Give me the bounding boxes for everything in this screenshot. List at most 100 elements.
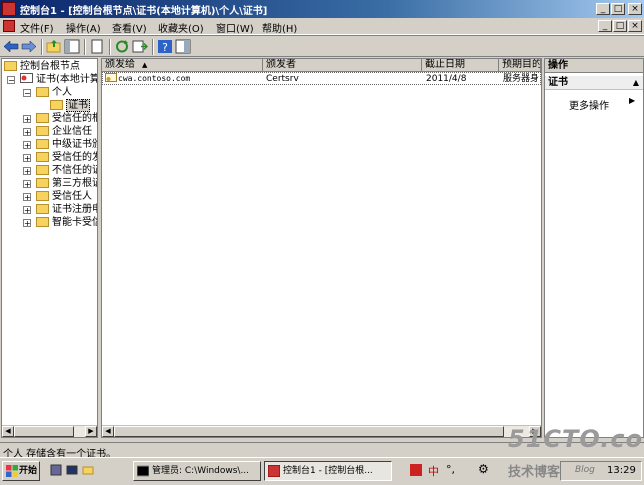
watermark-site: 51CTO.com xyxy=(508,425,644,453)
column-header-issued-by[interactable]: 颁发者 xyxy=(263,59,422,72)
menu-action[interactable]: 操作(A) xyxy=(66,20,101,35)
column-header-label: 颁发给 xyxy=(105,59,135,70)
ime-mode[interactable]: 中 xyxy=(428,463,439,479)
menu-file[interactable]: 文件(F) xyxy=(20,20,54,35)
action-pane-icon[interactable] xyxy=(175,39,191,54)
window-title: 控制台1 - [控制台根节点\证书(本地计算机)\个人\证书] xyxy=(20,6,268,17)
watermark-blog: Blog xyxy=(575,465,595,475)
tree-item-label: 受信任人 xyxy=(52,191,92,202)
powershell-icon[interactable] xyxy=(66,464,78,476)
properties-icon[interactable] xyxy=(89,39,105,54)
expand-icon[interactable]: + xyxy=(23,206,31,215)
tree-item-label-selected: 证书 xyxy=(66,99,90,112)
certificate-snapin-icon xyxy=(20,73,33,83)
folder-icon xyxy=(36,204,49,214)
inner-restore-button[interactable]: □ xyxy=(613,20,627,32)
server-manager-icon[interactable] xyxy=(50,464,62,476)
more-actions-link[interactable]: 更多操作 xyxy=(569,97,609,112)
folder-icon xyxy=(36,139,49,149)
task-cmd[interactable]: 管理员: C:\Windows\... xyxy=(133,461,261,481)
task-console[interactable]: 控制台1 - [控制台根... xyxy=(264,461,392,481)
expand-icon[interactable]: + xyxy=(23,141,31,150)
folder-icon xyxy=(36,165,49,175)
cell-expiry: 2011/4/8 xyxy=(426,74,467,84)
tree-item-label: 不信任的证 xyxy=(52,165,98,176)
toolbar-separator xyxy=(109,39,111,55)
expand-icon[interactable]: + xyxy=(23,167,31,176)
column-header-expiry[interactable]: 截止日期 xyxy=(422,59,499,72)
up-folder-icon[interactable] xyxy=(46,39,62,54)
collapse-icon[interactable]: − xyxy=(7,76,15,85)
console-app-icon xyxy=(268,465,280,477)
column-header-purpose[interactable]: 预期目的 xyxy=(499,59,541,72)
start-button[interactable]: 开始 xyxy=(2,461,40,481)
collapse-icon[interactable]: − xyxy=(23,89,31,98)
svg-text:?: ? xyxy=(162,41,168,54)
scroll-thumb[interactable] xyxy=(114,426,504,437)
scroll-left-button[interactable]: ◀ xyxy=(102,426,114,437)
ime-logo-icon[interactable] xyxy=(410,464,422,476)
tree-pane: 控制台根节点 − 证书(本地计算 − 个人 证书 + 受信任的根 + 企业信任 + 中级证… xyxy=(1,58,98,438)
ime-punctuation-icon[interactable]: °, xyxy=(446,463,455,476)
action-pane: 操作 证书 ▲ 更多操作 ▶ xyxy=(544,58,644,438)
list-horizontal-scrollbar[interactable]: ◀ ▶ xyxy=(102,425,541,437)
folder-icon xyxy=(36,191,49,201)
expand-icon[interactable]: + xyxy=(23,180,31,189)
clock[interactable]: 13:29 xyxy=(607,465,636,476)
collapse-up-icon[interactable]: ▲ xyxy=(633,76,639,89)
actions-header: 操作 xyxy=(545,59,643,73)
toolbar-separator xyxy=(41,39,43,55)
tray-tool-icon[interactable]: ⚙ xyxy=(478,462,489,476)
folder-icon xyxy=(4,61,17,71)
console-app-icon xyxy=(2,2,16,16)
toolbar-separator xyxy=(152,39,154,55)
show-tree-icon[interactable] xyxy=(64,39,80,54)
expand-icon[interactable]: + xyxy=(23,115,31,124)
menu-help[interactable]: 帮助(H) xyxy=(262,20,297,35)
cell-issued-to: cwa.contoso.com xyxy=(118,74,191,83)
task-label: 管理员: C:\Windows\... xyxy=(152,466,250,476)
menu-favorites[interactable]: 收藏夹(O) xyxy=(158,20,204,35)
back-arrow-icon[interactable] xyxy=(3,39,19,54)
expand-icon[interactable]: + xyxy=(23,154,31,163)
help-icon[interactable]: ? xyxy=(157,39,173,54)
actions-section-certificates[interactable]: 证书 ▲ xyxy=(545,76,643,90)
tree-item-label: 企业信任 xyxy=(52,126,92,137)
watermark-subtitle: 技术博客 xyxy=(508,465,561,480)
menu-bar: 文件(F) 操作(A) 查看(V) 收藏夹(O) 窗口(W) 帮助(H) _ □… xyxy=(0,18,644,35)
toolbar: ? xyxy=(0,35,644,57)
table-row[interactable]: cwa.contoso.com Certsrv 2011/4/8 服务器身 xyxy=(102,72,541,85)
maximize-button[interactable]: □ xyxy=(611,3,625,15)
export-list-icon[interactable] xyxy=(132,39,148,54)
minimize-button[interactable]: _ xyxy=(596,3,610,15)
scroll-right-button[interactable]: ▶ xyxy=(85,426,97,437)
menu-view[interactable]: 查看(V) xyxy=(112,20,147,35)
close-button[interactable]: × xyxy=(628,3,642,15)
scroll-thumb[interactable] xyxy=(14,426,74,437)
column-header-issued-to[interactable]: 颁发给 ▲ xyxy=(102,59,263,72)
folder-open-icon xyxy=(36,87,49,97)
task-label: 控制台1 - [控制台根... xyxy=(283,466,373,476)
menu-window[interactable]: 窗口(W) xyxy=(216,20,254,35)
forward-arrow-icon[interactable] xyxy=(21,39,37,54)
sort-ascending-icon: ▲ xyxy=(142,61,148,69)
tree-horizontal-scrollbar[interactable]: ◀ ▶ xyxy=(2,425,97,437)
refresh-icon[interactable] xyxy=(114,39,130,54)
tree-item-label: 证书注册申 xyxy=(52,204,98,215)
expand-icon[interactable]: + xyxy=(23,219,31,228)
inner-minimize-button[interactable]: _ xyxy=(598,20,612,32)
explorer-icon[interactable] xyxy=(82,464,94,476)
certificate-icon xyxy=(105,73,117,82)
section-label: 证书 xyxy=(548,77,568,88)
list-pane: 颁发给 ▲ 颁发者 截止日期 预期目的 cwa.contoso.com Cert… xyxy=(101,58,542,438)
folder-icon xyxy=(36,113,49,123)
scroll-left-button[interactable]: ◀ xyxy=(2,426,14,437)
start-label: 开始 xyxy=(19,466,38,476)
doc-icon[interactable] xyxy=(3,20,15,32)
status-bar: 个人 存储含有一个证书。 51CTO.com xyxy=(0,425,644,460)
system-tray: Blog 13:29 xyxy=(560,461,642,481)
inner-close-button[interactable]: × xyxy=(628,20,642,32)
expand-icon[interactable]: + xyxy=(23,193,31,202)
expand-icon[interactable]: + xyxy=(23,128,31,137)
tree-item-label: 第三方根证 xyxy=(52,178,98,189)
